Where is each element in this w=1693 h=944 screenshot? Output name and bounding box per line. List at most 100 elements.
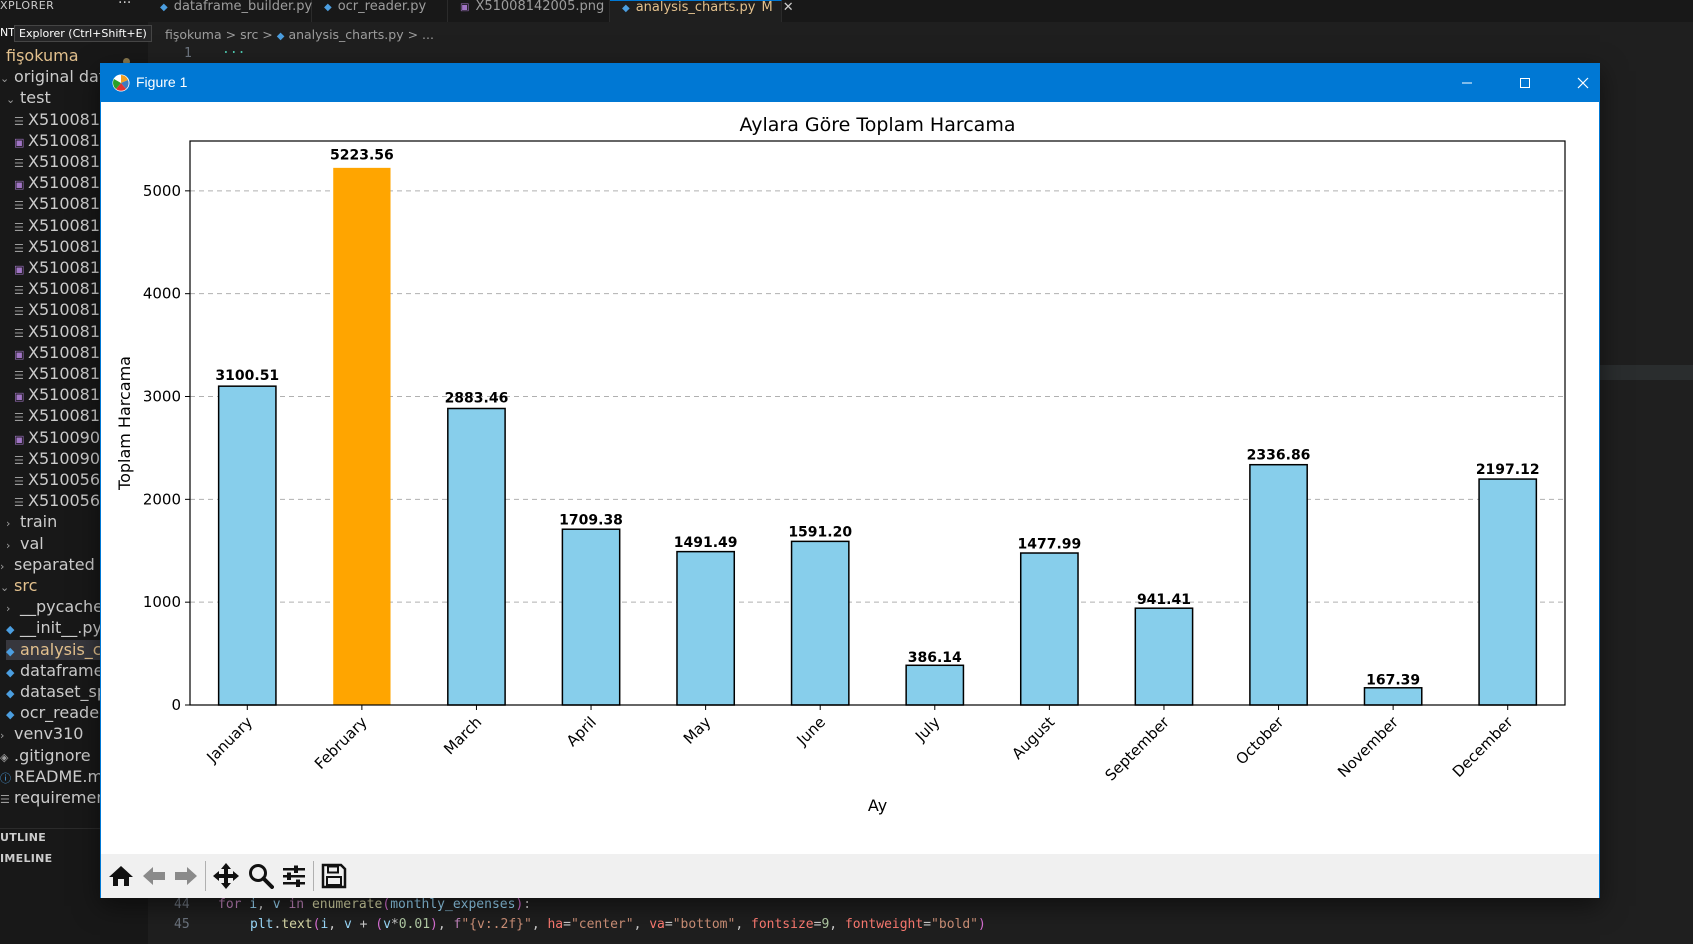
image-file-icon: ▣ — [14, 263, 25, 276]
info-file-icon: ⓘ — [0, 771, 11, 785]
bar-value-label: 1477.99 — [1017, 536, 1081, 552]
back-button[interactable] — [139, 861, 169, 891]
tab-label: X51008142005.png — [475, 0, 605, 14]
bar — [1134, 607, 1194, 706]
breadcrumb-item[interactable]: src — [240, 27, 258, 42]
text-file-icon: ☰ — [14, 369, 24, 382]
y-tick-label: 4000 — [143, 285, 181, 303]
text-file-icon: ☰ — [14, 114, 24, 128]
configure-icon — [283, 865, 305, 887]
bar-chart: 3100.51 January 5223.56 February 2883.46 Marc… — [115, 114, 1566, 815]
bar — [333, 167, 391, 706]
forward-icon — [175, 867, 197, 885]
python-file-icon: ◆ — [6, 644, 15, 658]
bar-value-label: 941.41 — [1137, 592, 1191, 608]
pan-icon — [213, 863, 239, 889]
bar — [447, 407, 506, 706]
close-icon — [1577, 77, 1589, 89]
toolbar-separator — [313, 861, 314, 891]
line-number: 45 — [174, 917, 190, 932]
image-file-icon: ▣ — [14, 178, 25, 192]
tree-item-label: src — [14, 576, 38, 595]
more-actions-icon[interactable]: ··· — [118, 0, 131, 10]
python-file-icon: ◆ — [6, 708, 15, 722]
text-file-icon: ☰ — [14, 284, 24, 298]
minimize-button[interactable] — [1438, 64, 1496, 102]
code-line-45: plt.text(i, v + (v*0.01), f"{v:.2f}", ha… — [250, 917, 986, 932]
matplotlib-app-icon — [112, 74, 130, 92]
bar-value-label: 167.39 — [1366, 673, 1420, 689]
configure-subplots-button[interactable] — [279, 861, 309, 891]
y-tick-label: 3000 — [143, 388, 181, 406]
timeline-panel-header[interactable]: IMELINE — [0, 852, 52, 865]
forward-button[interactable] — [171, 861, 201, 891]
y-axis-label: Toplam Harcama — [115, 356, 134, 491]
tree-item-label: .gitignore — [14, 745, 91, 765]
modified-indicator: M — [761, 0, 773, 15]
x-tick-label: December — [1449, 713, 1517, 781]
python-file-icon: ◆ — [160, 2, 168, 13]
bar — [217, 385, 277, 706]
x-tick-label: April — [563, 713, 600, 750]
chevron-right-icon: › — [0, 729, 5, 743]
y-tick-label: 2000 — [143, 490, 181, 508]
breadcrumb-item[interactable]: fişokuma — [165, 27, 222, 42]
bar-value-label: 1591.20 — [788, 525, 852, 541]
plot-canvas[interactable]: 3100.51 January 5223.56 February 2883.46 Marc… — [101, 102, 1599, 854]
x-tick-label: October — [1232, 713, 1288, 769]
tab-ocr-reader[interactable]: ◆ ocr_reader.py — [312, 0, 448, 22]
home-button[interactable] — [106, 861, 136, 891]
outline-panel-header[interactable]: UTLINE — [0, 831, 46, 844]
text-file-icon: ☰ — [14, 241, 24, 255]
bar-value-label: 2336.86 — [1247, 447, 1311, 463]
x-axis-label: Ay — [868, 796, 887, 815]
chevron-right-icon: › — [6, 517, 11, 531]
figure-window: Figure 1 3100.51 January 5223.56 February 28… — [100, 63, 1600, 898]
tree-item-label: train — [20, 512, 58, 532]
image-file-icon: ▣ — [460, 2, 470, 13]
explorer-header-label: XPLORER — [0, 0, 55, 12]
tree-item-label: test — [20, 88, 51, 108]
minimize-icon — [1462, 82, 1472, 84]
line-number: 44 — [174, 897, 190, 912]
bar-value-label: 2197.12 — [1476, 462, 1540, 478]
python-file-icon: ◆ — [276, 31, 285, 42]
tab-analysis-charts[interactable]: ◆ analysis_charts.py M ✕ — [610, 0, 794, 22]
image-file-icon: ▣ — [14, 135, 25, 149]
toolbar-separator — [205, 861, 206, 891]
tab-image-file[interactable]: ▣ X51008142005.png — [448, 0, 610, 22]
chevron-right-icon: › — [6, 538, 11, 552]
minimap-highlight — [1600, 365, 1693, 380]
tree-item-label: __init__.py — [20, 618, 103, 638]
explorer-tooltip: Explorer (Ctrl+Shift+E) — [14, 25, 152, 42]
tree-item-label: README.md — [14, 766, 114, 786]
bar-value-label: 2883.46 — [445, 391, 509, 407]
x-tick-label: August — [1008, 713, 1058, 763]
explorer-header: XPLORER ··· — [0, 0, 148, 22]
save-figure-button[interactable] — [319, 861, 349, 891]
breadcrumb-item[interactable]: ... — [422, 27, 434, 42]
code-line-44: for i, v in enumerate(monthly_expenses): — [218, 897, 532, 912]
tab-dataframe-builder[interactable]: ◆ dataframe_builder.py — [148, 0, 312, 22]
window-titlebar[interactable]: Figure 1 — [101, 64, 1599, 102]
code-line: ... — [222, 42, 246, 57]
y-tick-label: 5000 — [143, 182, 181, 200]
window-title: Figure 1 — [136, 74, 188, 90]
breadcrumb-item[interactable]: analysis_charts.py — [288, 27, 403, 42]
text-file-icon: ☰ — [0, 793, 10, 806]
pan-button[interactable] — [211, 861, 241, 891]
home-icon — [109, 866, 133, 886]
x-tick-label: May — [680, 713, 715, 748]
tab-label: dataframe_builder.py — [173, 0, 313, 14]
close-tab-icon[interactable]: ✕ — [783, 0, 794, 15]
close-window-button[interactable] — [1554, 64, 1612, 102]
back-icon — [143, 867, 165, 885]
y-tick-label: 1000 — [143, 593, 181, 611]
zoom-button[interactable] — [246, 861, 276, 891]
bar — [790, 540, 850, 706]
x-tick-label: January — [202, 713, 256, 767]
x-tick-label: June — [792, 713, 829, 750]
y-tick-label: 0 — [171, 696, 181, 714]
line-number: 1 — [184, 46, 192, 61]
maximize-button[interactable] — [1496, 64, 1554, 102]
